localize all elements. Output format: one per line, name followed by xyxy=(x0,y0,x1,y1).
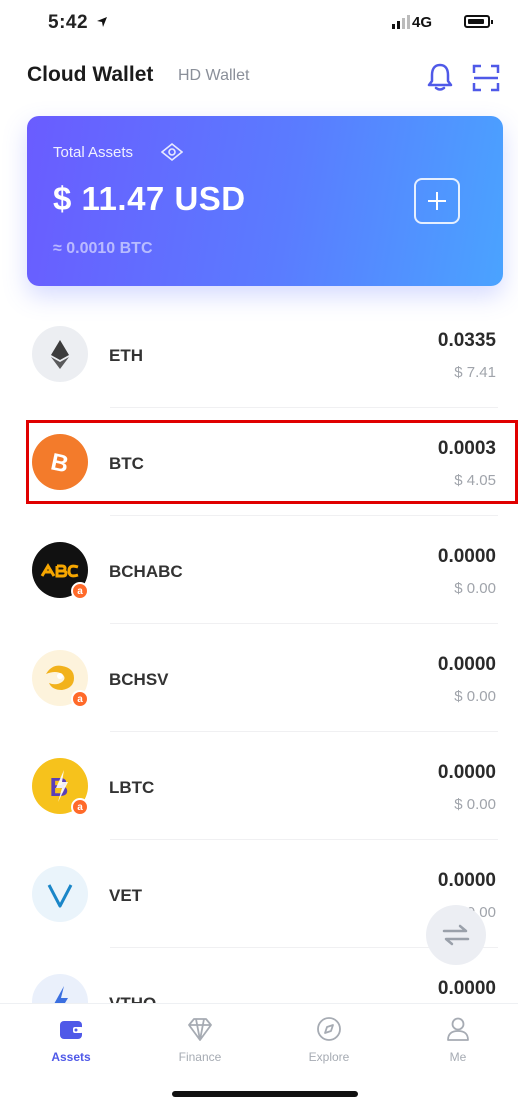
diamond-icon xyxy=(188,1018,212,1041)
plus-icon xyxy=(428,192,446,210)
asset-usd-value: $ 0.00 xyxy=(454,580,496,597)
bottom-tab-bar: Assets Finance Explore Me xyxy=(0,1003,518,1100)
add-asset-button[interactable] xyxy=(414,178,460,224)
asset-amount: 0.0335 xyxy=(437,330,496,351)
asset-amount: 0.0000 xyxy=(437,978,496,999)
home-indicator xyxy=(172,1091,358,1097)
asset-usd-value: $ 7.41 xyxy=(454,364,496,381)
total-assets-btc: ≈ 0.0010 BTC xyxy=(53,240,153,257)
tab-finance[interactable]: Finance xyxy=(155,1014,245,1064)
asset-row-bchabc[interactable]: a BCHABC 0.0000 $ 0.00 xyxy=(0,516,518,624)
total-assets-card: Total Assets $ 11.47 USD ≈ 0.0010 BTC xyxy=(27,116,503,286)
total-assets-value: $ 11.47 USD xyxy=(53,180,246,217)
tab-label: Me xyxy=(449,1050,467,1064)
token-badge: a xyxy=(71,582,89,600)
asset-amount: 0.0000 xyxy=(437,762,496,783)
tab-me[interactable]: Me xyxy=(413,1014,503,1064)
tab-label: Finance xyxy=(178,1050,222,1064)
tab-assets[interactable]: Assets xyxy=(26,1014,116,1064)
eye-icon[interactable] xyxy=(161,142,183,162)
status-bar: 5:42 4G xyxy=(0,0,518,50)
location-arrow-icon xyxy=(97,17,107,27)
asset-amount: 0.0000 xyxy=(437,654,496,675)
scan-icon[interactable] xyxy=(472,64,500,92)
vet-icon xyxy=(32,866,88,922)
compass-icon xyxy=(317,1017,341,1041)
tab-label: Assets xyxy=(51,1050,91,1064)
asset-row-lbtc[interactable]: B a LBTC 0.0000 $ 0.00 xyxy=(0,732,518,840)
battery-icon xyxy=(464,15,493,28)
token-badge: a xyxy=(71,798,89,816)
asset-symbol: ETH xyxy=(109,346,143,365)
asset-symbol: BCHSV xyxy=(109,670,169,689)
person-icon xyxy=(447,1017,469,1041)
app-header: Cloud Wallet HD Wallet xyxy=(0,54,518,98)
asset-amount: 0.0000 xyxy=(437,546,496,567)
asset-symbol: BCHABC xyxy=(109,562,183,581)
wallet-type-label[interactable]: HD Wallet xyxy=(178,67,249,85)
bell-icon[interactable] xyxy=(426,62,454,92)
token-badge: a xyxy=(71,690,89,708)
asset-usd-value: $ 0.00 xyxy=(454,688,496,705)
page-title: Cloud Wallet xyxy=(27,63,154,86)
asset-row-eth[interactable]: ETH 0.0335 $ 7.41 xyxy=(0,300,518,408)
tab-label: Explore xyxy=(308,1050,350,1064)
status-time: 5:42 xyxy=(48,12,89,33)
asset-usd-value: $ 0.00 xyxy=(454,796,496,813)
asset-symbol: LBTC xyxy=(109,778,155,797)
network-label: 4G xyxy=(412,14,433,31)
swap-button[interactable] xyxy=(426,905,486,965)
total-assets-label: Total Assets xyxy=(53,144,134,161)
swap-icon xyxy=(442,924,470,946)
asset-symbol: VET xyxy=(109,886,143,905)
asset-row-bchsv[interactable]: a BCHSV 0.0000 $ 0.00 xyxy=(0,624,518,732)
highlight-box xyxy=(26,420,518,504)
eth-icon xyxy=(32,326,88,382)
asset-amount: 0.0000 xyxy=(437,870,496,891)
signal-icon xyxy=(392,15,410,29)
wallet-icon xyxy=(60,1021,83,1039)
tab-explore[interactable]: Explore xyxy=(284,1014,374,1064)
